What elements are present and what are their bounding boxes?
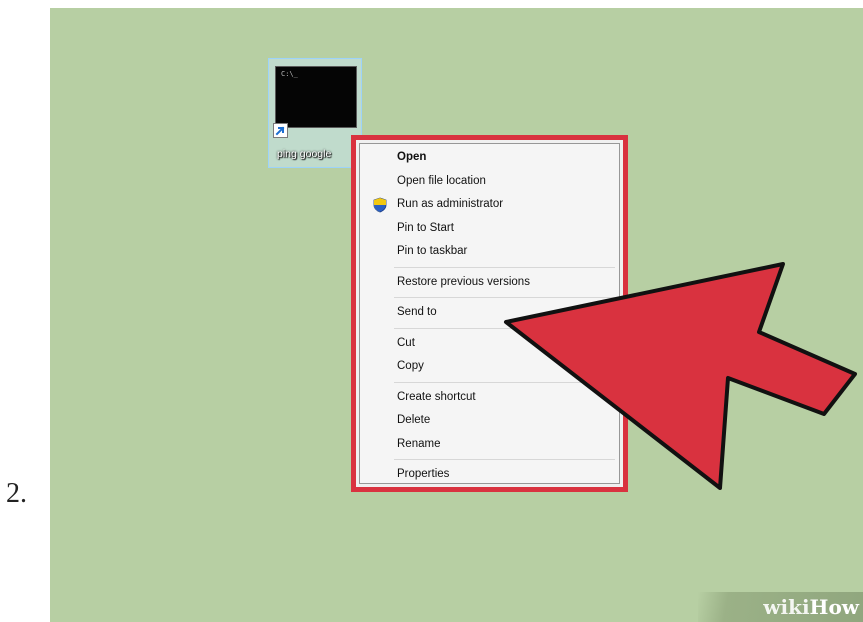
console-prompt-text: C:\_ — [281, 70, 298, 78]
menu-separator — [394, 459, 615, 460]
menu-item-create-shortcut[interactable]: Create shortcut — [360, 386, 619, 410]
menu-item-label: Run as administrator — [397, 198, 504, 210]
menu-item-label: Pin to taskbar — [397, 245, 468, 257]
menu-item-cut[interactable]: Cut — [360, 332, 619, 356]
screenshot-stage: 2. C:\_ ping google Open Open file locati… — [0, 0, 863, 622]
menu-item-pin-to-taskbar[interactable]: Pin to taskbar — [360, 240, 619, 264]
desktop[interactable]: C:\_ ping google Open Open file location R… — [50, 8, 863, 622]
menu-item-restore-previous-versions[interactable]: Restore previous versions — [360, 271, 619, 295]
wikihow-watermark: wikiHow — [698, 592, 863, 622]
menu-item-label: Copy — [397, 360, 424, 372]
menu-item-label: Restore previous versions — [397, 275, 530, 288]
menu-separator — [394, 266, 615, 268]
context-menu: Open Open file location Run as administrat… — [359, 143, 620, 484]
context-menu-highlight: Open Open file location Run as administrat… — [351, 135, 628, 492]
menu-item-label: Cut — [397, 336, 415, 349]
menu-item-run-as-administrator[interactable]: Run as administrator — [360, 193, 619, 217]
menu-item-label: Pin to Start — [397, 221, 454, 234]
uac-shield-icon — [373, 197, 387, 213]
menu-item-open-file-location[interactable]: Open file location — [360, 170, 619, 194]
menu-item-pin-to-start[interactable]: Pin to Start — [360, 217, 619, 241]
menu-separator — [394, 327, 615, 329]
menu-item-label: Open file location — [397, 174, 486, 187]
menu-item-label: Send to — [397, 306, 437, 318]
menu-item-label: Create shortcut — [397, 390, 476, 403]
menu-item-open[interactable]: Open — [360, 146, 619, 170]
menu-item-copy[interactable]: Copy — [360, 355, 619, 379]
watermark-part1: wiki — [763, 595, 810, 619]
menu-item-label: Delete — [397, 414, 431, 426]
menu-item-send-to[interactable]: Send to — [360, 301, 619, 325]
menu-item-delete[interactable]: Delete — [360, 409, 619, 433]
step-number: 2. — [6, 478, 27, 509]
menu-item-label: Properties — [397, 468, 450, 480]
watermark-part2: How — [809, 595, 859, 619]
menu-item-label: Open — [397, 151, 427, 163]
menu-separator — [394, 381, 615, 383]
menu-item-rename[interactable]: Rename — [360, 433, 619, 457]
menu-separator — [394, 297, 615, 298]
desktop-shortcut-ping-google[interactable]: C:\_ ping google — [268, 58, 362, 168]
shortcut-label: ping google — [277, 148, 332, 160]
command-prompt-shortcut-icon: C:\_ — [275, 66, 357, 128]
menu-item-label: Rename — [397, 437, 441, 450]
menu-item-properties[interactable]: Properties — [360, 463, 619, 487]
shortcut-arrow-icon — [273, 123, 288, 138]
